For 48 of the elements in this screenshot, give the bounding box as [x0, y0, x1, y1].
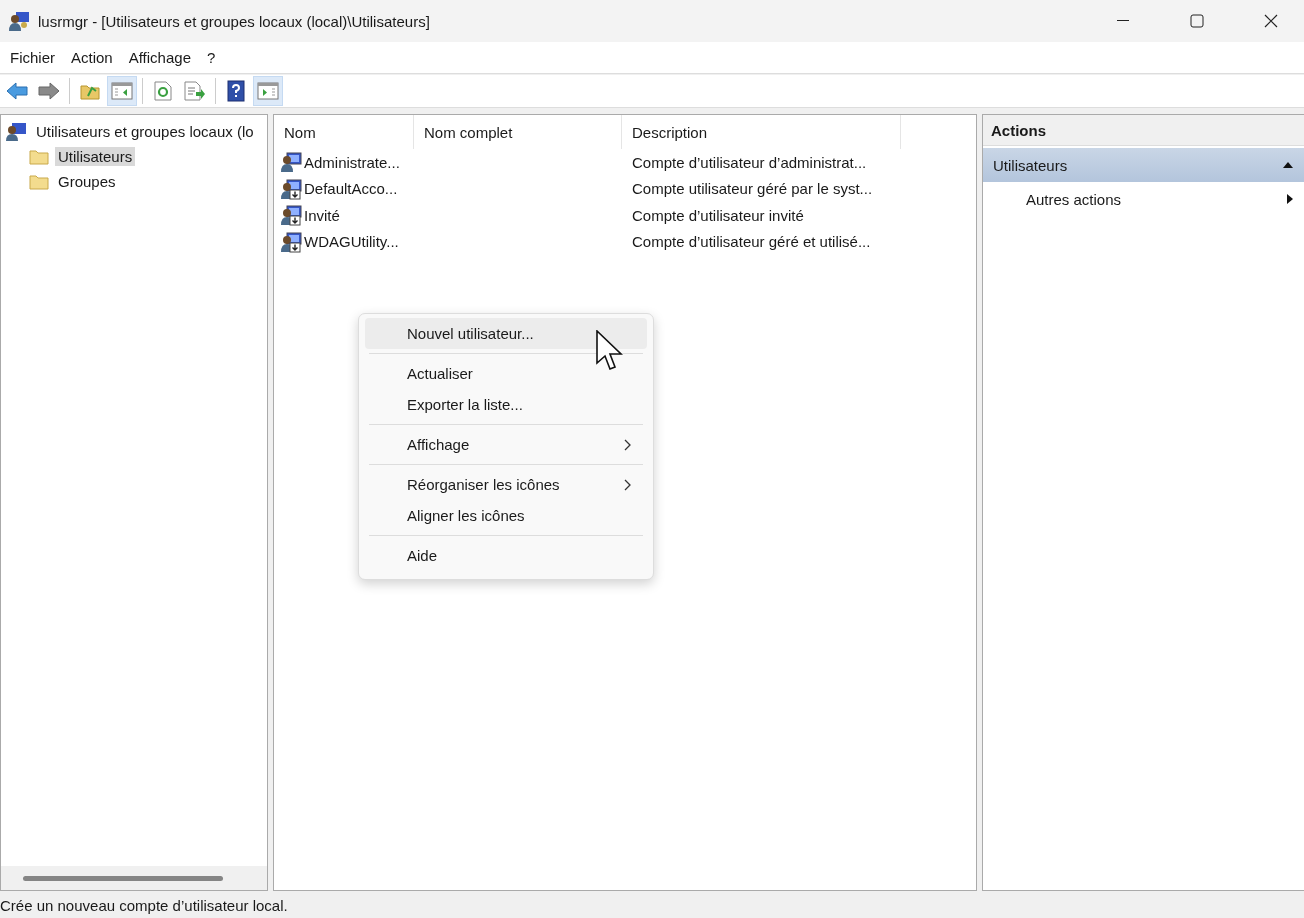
context-menu-item[interactable]: Affichage: [365, 429, 647, 460]
table-cell: Compte utilisateur géré par le syst...: [632, 180, 873, 198]
tree-item[interactable]: Utilisateurs et groupes locaux (lo: [33, 122, 257, 141]
menu-item[interactable]: Action: [63, 49, 121, 66]
action-item[interactable]: Autres actions: [983, 182, 1304, 216]
actions-section-header[interactable]: Utilisateurs: [983, 148, 1304, 182]
context-menu-item[interactable]: Nouvel utilisateur...: [365, 318, 647, 349]
table-cell: Administrate...: [304, 153, 400, 171]
help-book-icon: [227, 80, 245, 102]
status-text: Crée un nouveau compte d’utilisateur local.: [0, 896, 288, 914]
menu-item[interactable]: Fichier: [2, 49, 63, 66]
table-cell: Compte d’utilisateur d’administrat...: [632, 153, 867, 171]
horizontal-scrollbar[interactable]: [1, 866, 267, 890]
tree-pane-icon: [111, 82, 133, 100]
folder-icon: [29, 173, 49, 190]
minimize-icon: [1117, 20, 1129, 22]
context-menu-item[interactable]: Aide: [365, 540, 647, 571]
action-pane-icon: [257, 82, 279, 100]
table-cell: Compte d’utilisateur invité: [632, 206, 804, 224]
folder-up-icon: [80, 82, 100, 100]
context-menu-item[interactable]: Exporter la liste...: [365, 389, 647, 420]
table-cell: Compte d’utilisateur géré et utilisé...: [632, 233, 871, 251]
tree-item[interactable]: Utilisateurs: [55, 147, 136, 166]
folder-icon: [29, 148, 49, 165]
users-app-icon: [8, 10, 30, 32]
maximize-icon: [1190, 14, 1204, 28]
table-cell: Invité: [304, 206, 340, 224]
column-header[interactable]: Nom: [274, 115, 414, 149]
refresh-icon: [154, 81, 172, 101]
tree-item[interactable]: Groupes: [55, 172, 119, 191]
context-menu-item[interactable]: Réorganiser les icônes: [365, 469, 647, 500]
context-menu-item[interactable]: Actualiser: [365, 358, 647, 389]
collapse-triangle-icon: [1282, 161, 1294, 169]
close-icon: [1264, 14, 1278, 28]
menu-item[interactable]: ?: [199, 49, 224, 66]
menu-item[interactable]: Affichage: [120, 49, 199, 66]
computer-users-icon: [5, 121, 27, 142]
back-arrow-icon: [6, 82, 28, 100]
window-title: lusrmgr - [Utilisateurs et groupes locaux (local)\Utilisateurs]: [38, 12, 431, 30]
actions-header: Actions: [983, 115, 1304, 146]
mouse-pointer-icon: [596, 330, 624, 372]
export-list-icon: [184, 81, 206, 101]
column-header[interactable]: Description: [622, 115, 901, 149]
forward-arrow-icon: [38, 82, 60, 100]
table-cell: WDAGUtility...: [304, 233, 399, 251]
table-cell: DefaultAcco...: [304, 180, 398, 198]
column-header[interactable]: Nom complet: [414, 115, 622, 149]
context-menu-item[interactable]: Aligner les icônes: [365, 500, 647, 531]
